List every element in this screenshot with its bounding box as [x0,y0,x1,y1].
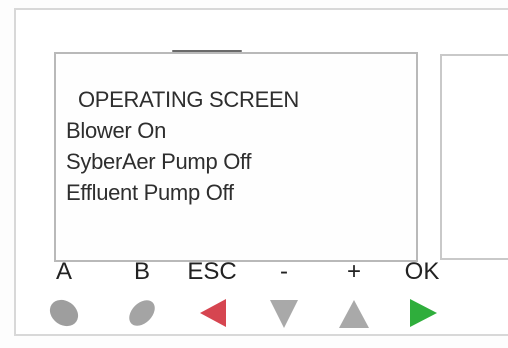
key-minus[interactable]: - [254,258,314,338]
key-a-label: A [55,258,72,285]
key-minus-label: - [280,258,288,285]
display-line-effluent-pump: Effluent Pump Off [66,180,234,205]
oval-button-icon[interactable] [46,296,82,330]
key-a[interactable]: A [34,258,94,338]
key-plus-label: + [346,258,361,285]
key-ok[interactable]: OK [392,258,452,338]
oval-button-icon[interactable] [124,296,160,330]
key-b-label: B [133,258,150,285]
arrow-up-icon[interactable] [336,296,372,330]
secondary-display [440,54,508,260]
key-esc[interactable]: ESC [182,258,242,338]
arrow-right-icon[interactable] [404,296,440,330]
keypad: A B ESC - + OK [0,258,508,338]
key-ok-label: OK [404,258,440,285]
key-plus[interactable]: + [324,258,384,338]
display-line-syberaer-pump: SyberAer Pump Off [66,149,252,174]
key-esc-label: ESC [187,258,237,285]
display-title: OPERATING SCREEN [78,87,299,112]
arrow-down-icon[interactable] [266,296,302,330]
controller-panel-page: OPERATING SCREEN Blower On SyberAer Pump… [0,0,508,348]
arrow-left-icon[interactable] [194,296,230,330]
key-b[interactable]: B [112,258,172,338]
lcd-display: OPERATING SCREEN Blower On SyberAer Pump… [54,52,418,262]
display-line-blower: Blower On [66,118,167,143]
display-text: OPERATING SCREEN Blower On SyberAer Pump… [66,84,299,208]
